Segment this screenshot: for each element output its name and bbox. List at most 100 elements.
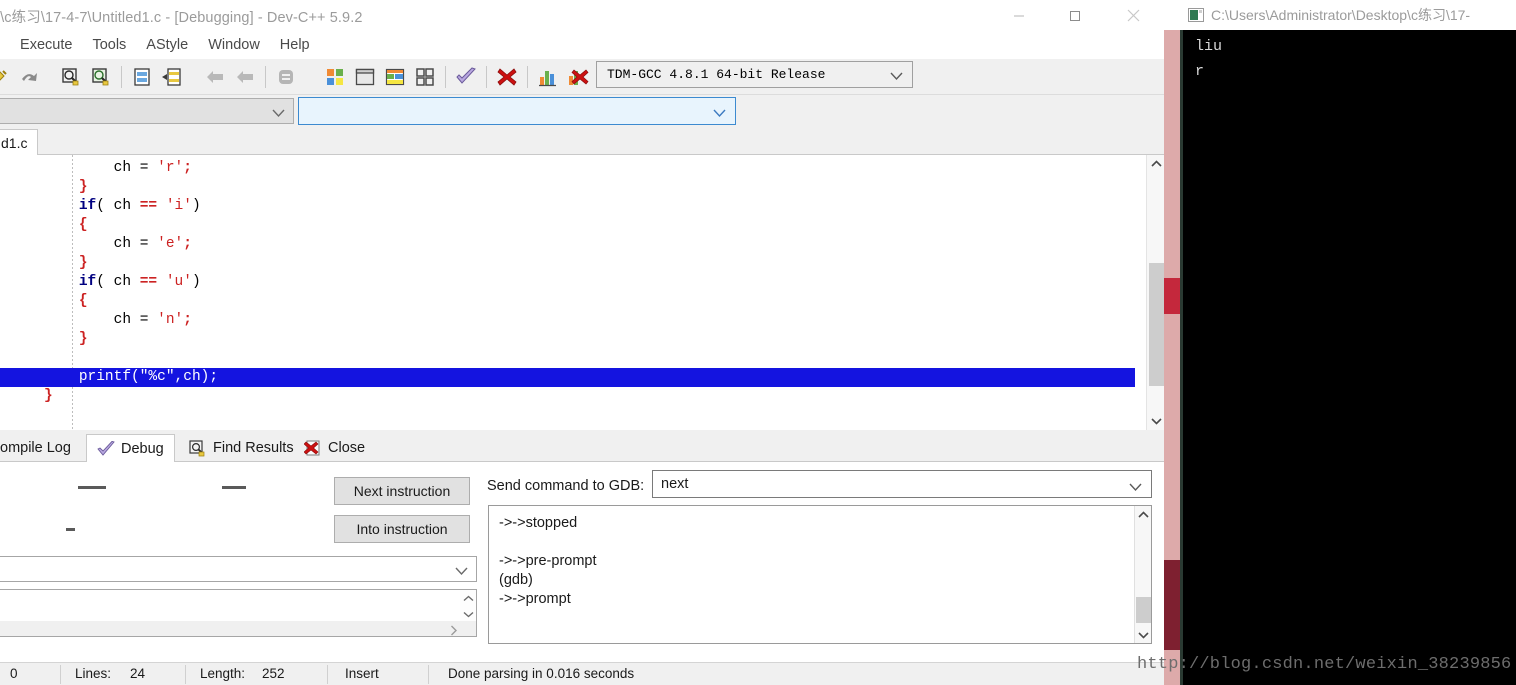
debug-list-horizontal-scrollbar[interactable] — [0, 621, 476, 636]
scroll-up-icon[interactable] — [1147, 155, 1164, 173]
minimize-button[interactable] — [996, 0, 1042, 31]
gdb-log-scrollbar[interactable] — [1134, 506, 1151, 643]
scrollbar-thumb[interactable] — [1149, 263, 1164, 386]
forward-icon[interactable] — [230, 62, 260, 92]
find-next-icon[interactable] — [86, 62, 116, 92]
code-token: 'u' — [165, 274, 192, 290]
tab-close-label: Close — [328, 440, 366, 456]
editor-tab-strip: d1.c — [0, 127, 1164, 155]
profile-icon[interactable] — [533, 62, 563, 92]
menu-item-execute[interactable]: Execute — [10, 34, 82, 56]
tab-debug[interactable]: Debug — [86, 434, 175, 462]
menu-item-astyle[interactable]: AStyle — [136, 34, 198, 56]
goto-line-icon[interactable] — [127, 62, 157, 92]
check-icon — [97, 440, 115, 457]
compile-run-icon[interactable] — [380, 62, 410, 92]
code-token: ; — [183, 236, 192, 252]
chevron-down-icon — [272, 105, 285, 123]
strip-dark-block — [1164, 560, 1180, 650]
maximize-button[interactable] — [1052, 0, 1098, 31]
gdb-log-line — [499, 533, 597, 552]
code-token: ; — [183, 160, 192, 176]
debug-watch-list[interactable] — [0, 589, 477, 637]
debug-list-vertical-scrollbar[interactable] — [460, 590, 476, 622]
menu-item-tools[interactable]: Tools — [82, 34, 136, 56]
toolbar-separator-4 — [486, 66, 487, 88]
find-icon — [189, 439, 207, 457]
code-line: { — [0, 292, 1135, 311]
code-token: printf( — [78, 369, 140, 385]
status-column: 0 — [10, 666, 18, 681]
gdb-log-line: ->->prompt — [499, 591, 571, 607]
editor-vertical-scrollbar[interactable] — [1146, 155, 1164, 430]
class-browser-combo[interactable] — [0, 98, 294, 124]
gdb-command-input[interactable]: next — [652, 470, 1152, 498]
syntax-check-icon[interactable] — [451, 62, 481, 92]
gdb-output-log[interactable]: ->->stopped ->->pre-prompt (gdb) ->->promp… — [488, 505, 1152, 644]
status-lines-value: 24 — [130, 666, 146, 681]
code-line: } — [0, 254, 1135, 273]
tab-close[interactable]: Close — [294, 434, 375, 462]
editor-tab-untitled1c[interactable]: d1.c — [0, 129, 39, 155]
console-title-bar: C:\Users\Administrator\Desktop\c练习\17- — [1180, 0, 1516, 30]
find-icon[interactable] — [56, 62, 86, 92]
replace-icon[interactable] — [157, 62, 187, 92]
dev-cpp-window: p\c练习\17-4-7\Untitled1.c - [Debugging] -… — [0, 0, 1164, 685]
tab-find-results-label: Find Results — [213, 440, 294, 456]
code-token: { — [78, 293, 88, 309]
code-line: if( ch == 'u') — [0, 273, 1135, 292]
menu-item-clipped[interactable]: t — [0, 34, 10, 56]
status-divider-3 — [327, 665, 328, 684]
stop-execution-icon[interactable] — [492, 62, 522, 92]
screen: p\c练习\17-4-7\Untitled1.c - [Debugging] -… — [0, 0, 1516, 685]
gdb-command-label: Send command to GDB: — [487, 478, 645, 494]
console-window: C:\Users\Administrator\Desktop\c练习\17- l… — [1180, 0, 1516, 685]
next-instruction-label: Next instruction — [353, 483, 451, 499]
code-lines: ch = 'r'; } if( ch == 'i') { ch = 'e'; }… — [0, 159, 1135, 406]
delete-profile-icon[interactable] — [563, 62, 593, 92]
member-browser-combo[interactable] — [298, 97, 736, 125]
run-icon[interactable] — [350, 62, 380, 92]
chevron-down-icon — [890, 68, 903, 86]
console-title-text: C:\Users\Administrator\Desktop\c练习\17- — [1211, 7, 1471, 23]
code-token: } — [78, 179, 88, 195]
redo-icon[interactable] — [14, 62, 44, 92]
code-line-current: printf("%c",ch); — [0, 368, 1135, 387]
into-instruction-label: Into instruction — [356, 521, 448, 537]
close-red-icon — [304, 440, 322, 457]
back-icon[interactable] — [200, 62, 230, 92]
menu-item-help[interactable]: Help — [270, 34, 320, 56]
code-token: } — [44, 388, 53, 404]
undo-icon[interactable] — [0, 62, 14, 92]
code-editor[interactable]: ch = 'r'; } if( ch == 'i') { ch = 'e'; }… — [0, 155, 1164, 430]
tab-compile-log[interactable]: ompile Log — [0, 434, 81, 462]
compiler-select[interactable]: TDM-GCC 4.8.1 64-bit Release — [596, 61, 913, 88]
console-icon — [1188, 8, 1204, 22]
close-button[interactable] — [1110, 0, 1156, 31]
scroll-up-icon[interactable] — [1135, 506, 1152, 523]
rebuild-icon[interactable] — [410, 62, 440, 92]
compile-icon[interactable] — [320, 62, 350, 92]
comment-icon[interactable] — [271, 62, 301, 92]
into-instruction-button[interactable]: Into instruction — [334, 515, 470, 543]
scroll-down-icon[interactable] — [1147, 412, 1164, 430]
menu-item-window[interactable]: Window — [198, 34, 270, 56]
console-output[interactable]: liu r — [1180, 30, 1516, 685]
chevron-down-icon — [455, 563, 468, 581]
next-instruction-button[interactable]: Next instruction — [334, 477, 470, 505]
code-line: } — [0, 178, 1135, 197]
code-token: == — [139, 274, 158, 290]
status-length-value: 252 — [262, 666, 285, 681]
debug-watch-combo[interactable] — [0, 556, 477, 582]
tab-find-results[interactable]: Find Results — [179, 434, 304, 462]
scrollbar-thumb[interactable] — [1136, 597, 1151, 623]
tab-compile-log-label: ompile Log — [0, 440, 71, 456]
status-insert-mode: Insert — [345, 666, 379, 681]
code-token: ch = — [113, 312, 158, 328]
code-token: } — [78, 331, 88, 347]
scroll-down-icon[interactable] — [1135, 626, 1152, 643]
code-token: ch = — [113, 236, 158, 252]
code-token: ) — [191, 274, 201, 290]
